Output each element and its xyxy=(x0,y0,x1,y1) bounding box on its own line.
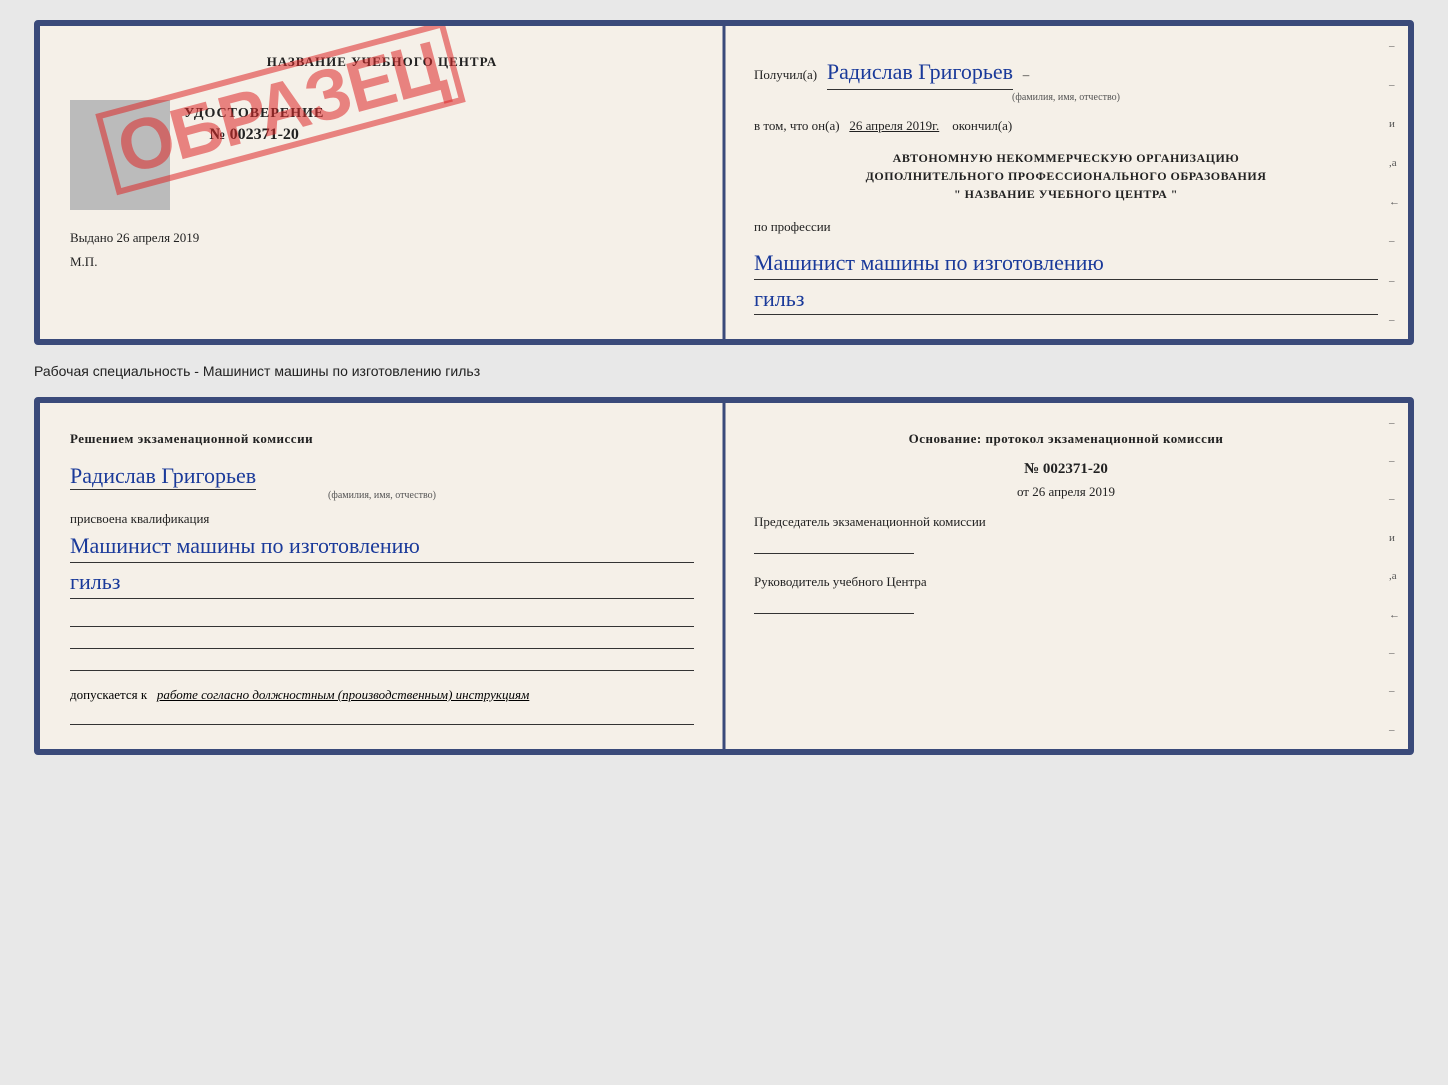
received-line: Получил(а) Радислав Григорьев – (фамилия… xyxy=(754,54,1378,106)
in-that-label: в том, что он(а) xyxy=(754,118,840,133)
person-name-top: Радислав Григорьев xyxy=(827,54,1013,90)
name-subtext-top: (фамилия, имя, отчество) xyxy=(754,90,1378,106)
допускается-label: допускается к xyxy=(70,687,147,702)
bottom-right-half: Основание: протокол экзаменационной коми… xyxy=(724,403,1408,749)
issued-date: 26 апреля 2019 xyxy=(117,230,200,245)
bottom-person-line: Радислав Григорьев (фамилия, имя, отчест… xyxy=(70,463,694,501)
date-prefix: от xyxy=(1017,484,1029,499)
caption-text: Рабочая специальность - Машинист машины … xyxy=(34,363,1414,379)
org-name: " НАЗВАНИЕ УЧЕБНОГО ЦЕНТРА " xyxy=(754,185,1378,203)
допускается-block: допускается к работе согласно должностны… xyxy=(70,687,694,703)
qualification-text1: Машинист машины по изготовлению xyxy=(70,533,420,558)
org-line2: ДОПОЛНИТЕЛЬНОГО ПРОФЕССИОНАЛЬНОГО ОБРАЗО… xyxy=(754,167,1378,185)
org-line1: АВТОНОМНУЮ НЕКОММЕРЧЕСКУЮ ОРГАНИЗАЦИЮ xyxy=(754,149,1378,167)
received-label: Получил(а) xyxy=(754,67,817,82)
bottom-left-half: Решением экзаменационной комиссии Радисл… xyxy=(40,403,724,749)
org-block: АВТОНОМНУЮ НЕКОММЕРЧЕСКУЮ ОРГАНИЗАЦИЮ ДО… xyxy=(754,149,1378,203)
komissia-title: Решением экзаменационной комиссии xyxy=(70,431,694,447)
photo-placeholder xyxy=(70,100,170,210)
profession-line1-wrap: Машинист машины по изготовлению xyxy=(754,248,1378,280)
profession-line2-wrap: гильз xyxy=(754,284,1378,316)
side-dashes-bottom: –––и,а←––– xyxy=(1389,403,1400,749)
assigned-label: присвоена квалификация xyxy=(70,511,694,527)
cert-info: УДОСТОВЕРЕНИЕ № 002371-20 xyxy=(184,100,324,144)
completion-date: 26 апреля 2019г. xyxy=(849,118,939,133)
chairman-label: Председатель экзаменационной комиссии xyxy=(754,514,1378,530)
chairman-sig-line xyxy=(754,536,914,554)
blank-line-2 xyxy=(70,631,694,649)
допускается-line xyxy=(70,707,694,725)
bottom-person-name: Радислав Григорьев xyxy=(70,463,256,490)
side-dashes-top: ––и,а←––– xyxy=(1389,26,1400,339)
profession-prefix: по профессии xyxy=(754,219,831,234)
bottom-name-subtext: (фамилия, имя, отчество) xyxy=(70,490,694,501)
qualification-line2-wrap: гильз xyxy=(70,567,694,599)
protocol-date: от 26 апреля 2019 xyxy=(754,484,1378,500)
osnov-title: Основание: протокол экзаменационной коми… xyxy=(754,431,1378,447)
finished-label: окончил(а) xyxy=(952,118,1012,133)
issued-line: Выдано 26 апреля 2019 xyxy=(70,230,694,246)
qualification-text2: гильз xyxy=(70,569,121,594)
chairman-block: Председатель экзаменационной комиссии xyxy=(754,514,1378,554)
protocol-date-val: 26 апреля 2019 xyxy=(1032,484,1115,499)
profession-text1: Машинист машины по изготовлению xyxy=(754,250,1104,275)
cert-number: № 002371-20 xyxy=(209,126,298,143)
director-block: Руководитель учебного Центра xyxy=(754,574,1378,614)
profession-label: по профессии xyxy=(754,217,1378,238)
mp-line: М.П. xyxy=(70,254,694,270)
допускается-text: работе согласно должностным (производств… xyxy=(157,687,529,702)
certificate-box: УДОСТОВЕРЕНИЕ № 002371-20 xyxy=(70,100,694,210)
top-document-card: НАЗВАНИЕ УЧЕБНОГО ЦЕНТРА УДОСТОВЕРЕНИЕ №… xyxy=(34,20,1414,345)
issued-label: Выдано xyxy=(70,230,113,245)
blank-lines-bottom-left xyxy=(70,609,694,671)
top-right-half: Получил(а) Радислав Григорьев – (фамилия… xyxy=(724,26,1408,339)
profession-text2: гильз xyxy=(754,286,805,311)
top-left-half: НАЗВАНИЕ УЧЕБНОГО ЦЕНТРА УДОСТОВЕРЕНИЕ №… xyxy=(40,26,724,339)
date-line-top: в том, что он(а) 26 апреля 2019г. окончи… xyxy=(754,116,1378,137)
director-sig-line xyxy=(754,596,914,614)
director-label: Руководитель учебного Центра xyxy=(754,574,1378,590)
protocol-number: № 002371-20 xyxy=(754,461,1378,478)
blank-line-3 xyxy=(70,653,694,671)
bottom-document-card: Решением экзаменационной комиссии Радисл… xyxy=(34,397,1414,755)
top-left-title: НАЗВАНИЕ УЧЕБНОГО ЦЕНТРА xyxy=(70,54,694,70)
qualification-line1-wrap: Машинист машины по изготовлению xyxy=(70,531,694,563)
blank-line-1 xyxy=(70,609,694,627)
cert-label: УДОСТОВЕРЕНИЕ xyxy=(184,106,324,122)
